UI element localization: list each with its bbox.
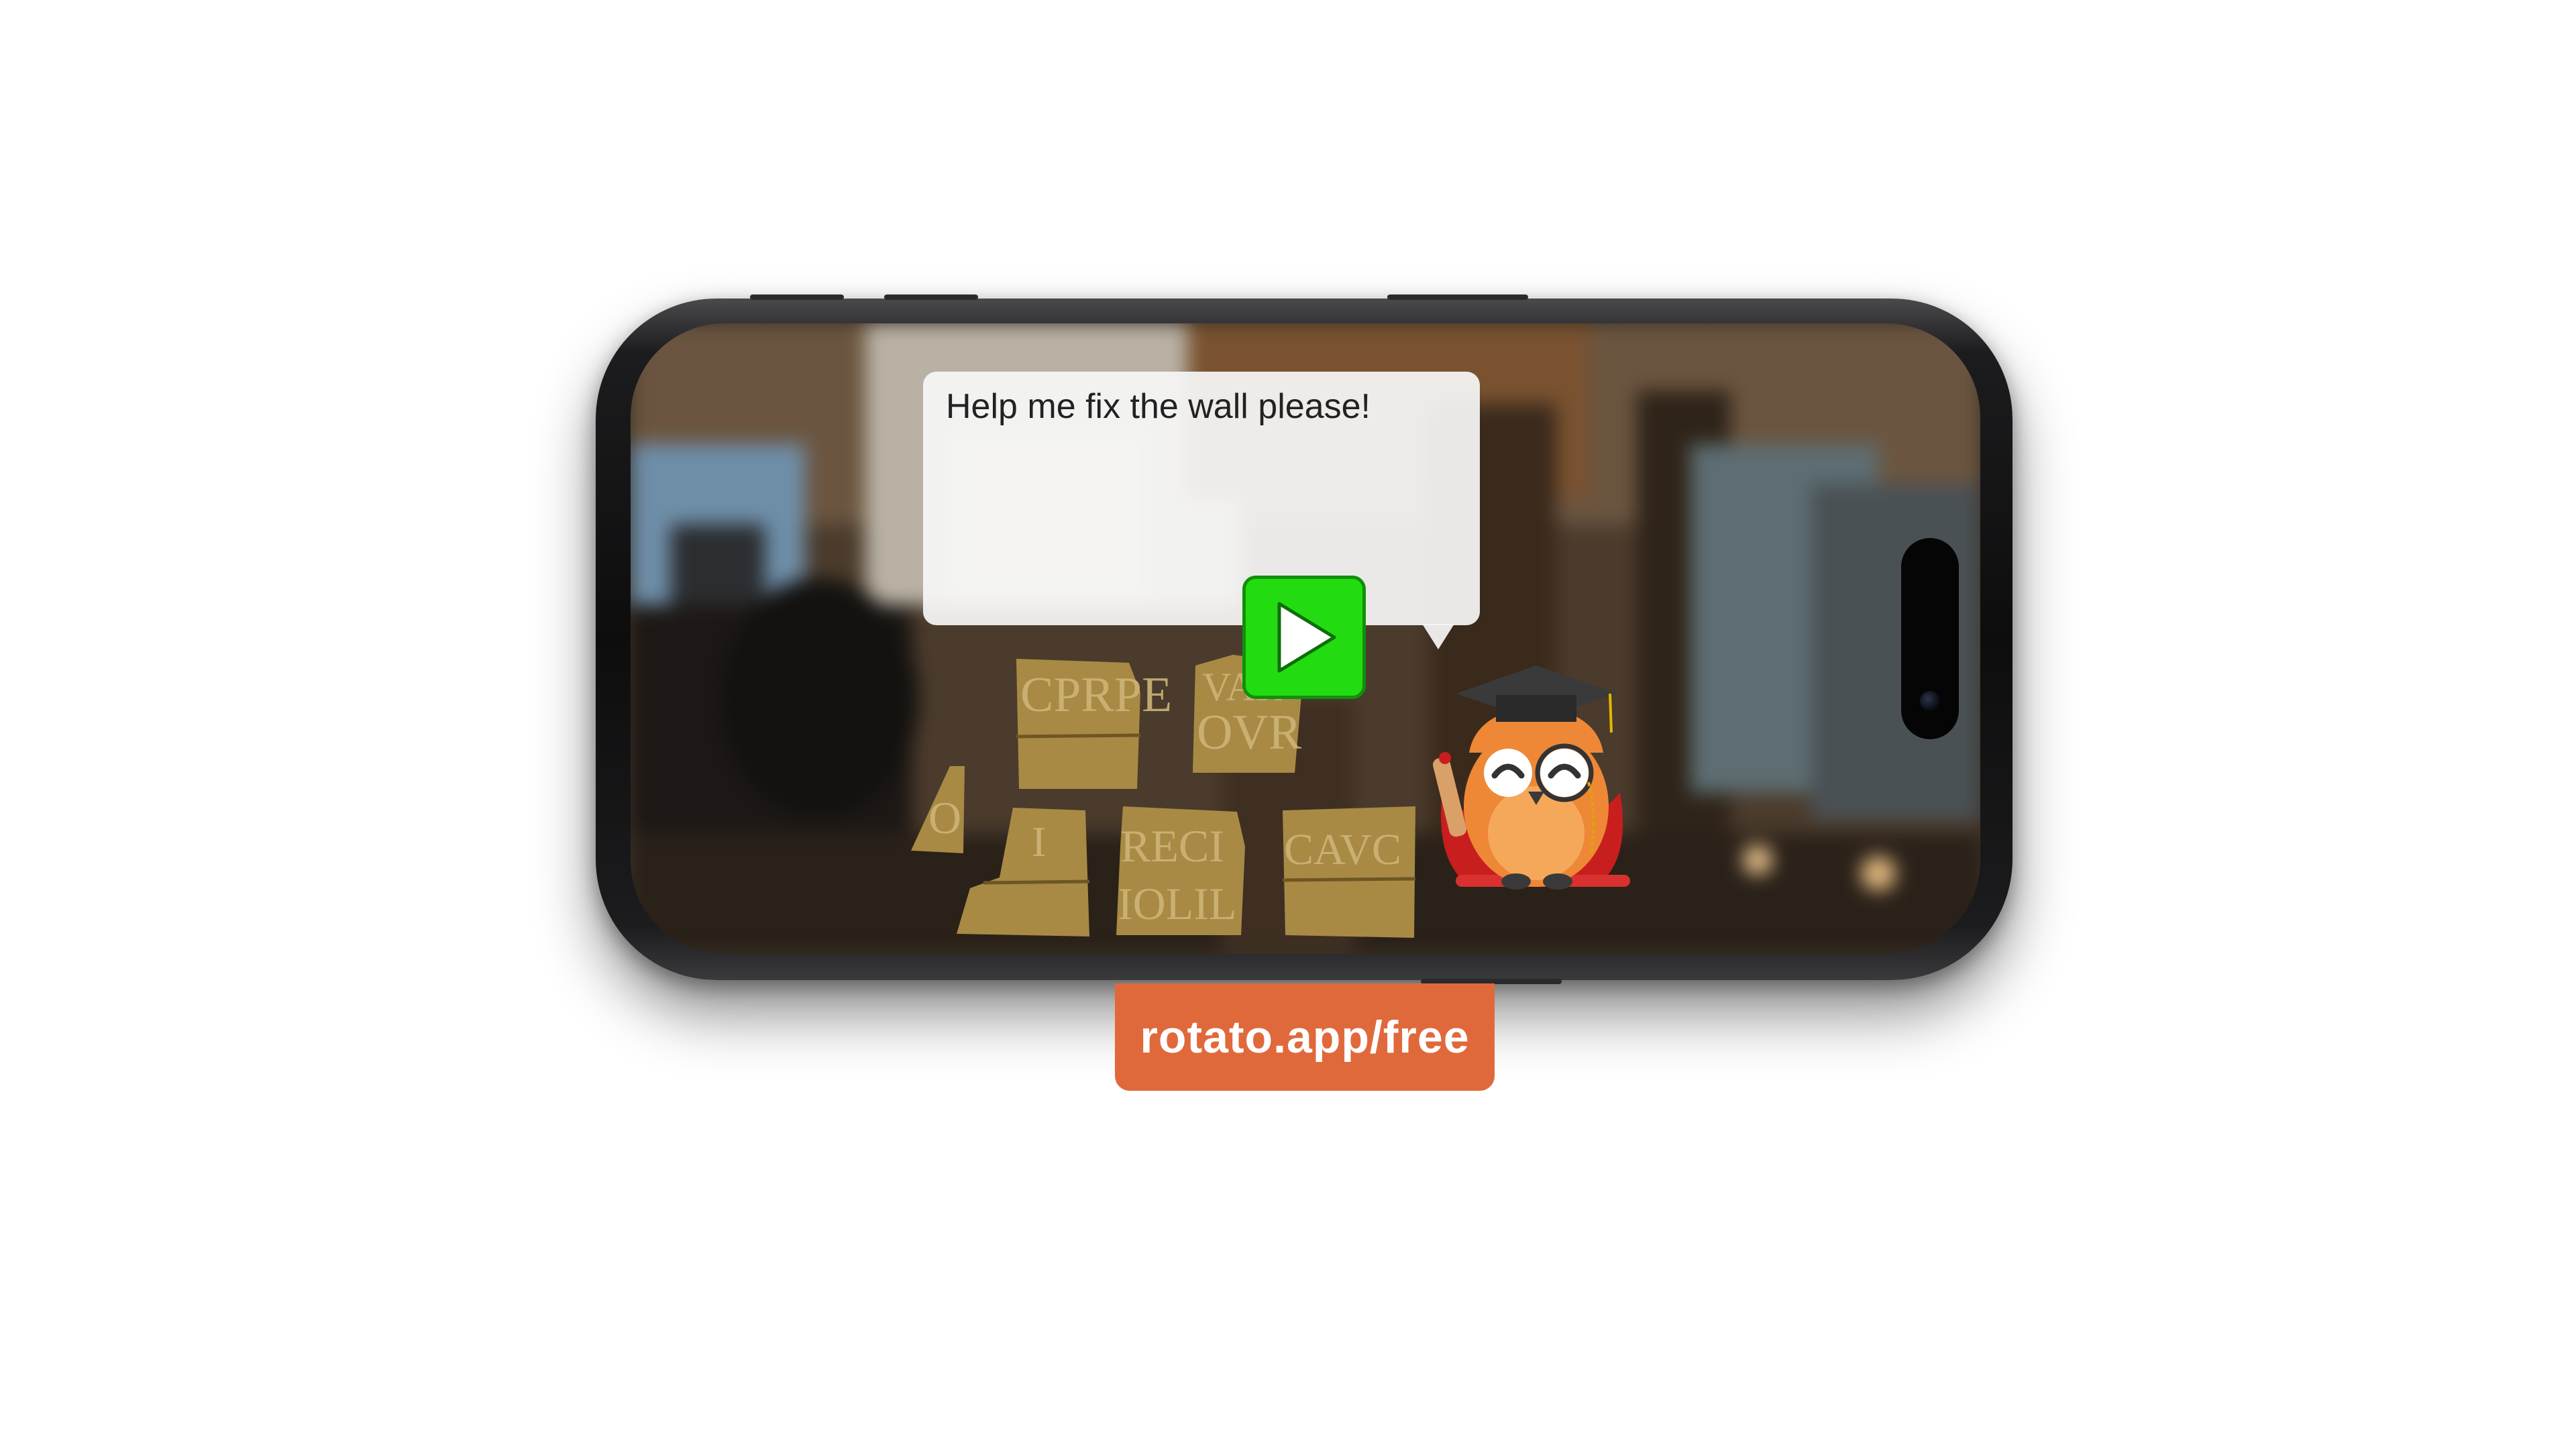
wall-fragment[interactable]: RECI IOLIL bbox=[1116, 806, 1245, 935]
fragment-inscription: CPRPE bbox=[1020, 667, 1172, 722]
wall-fragment[interactable]: I bbox=[957, 808, 1090, 936]
fragment-inscription: CAVC bbox=[1284, 825, 1401, 874]
speech-bubble: Help me fix the wall please! bbox=[923, 372, 1480, 625]
play-icon bbox=[1277, 602, 1336, 673]
game-screen[interactable]: Help me fix the wall please! CPRPE VAR O… bbox=[631, 323, 1980, 954]
owl-professor-icon bbox=[1415, 639, 1650, 907]
fragment-inscription: IOLIL bbox=[1118, 878, 1236, 929]
dynamic-island-camera bbox=[1901, 538, 1959, 739]
phone-side-button bbox=[750, 294, 844, 300]
promo-link[interactable]: rotato.app/free bbox=[1115, 983, 1495, 1091]
fragment-inscription: OVR bbox=[1197, 705, 1302, 760]
dialogue-text: Help me fix the wall please! bbox=[946, 387, 1371, 426]
svg-text:I: I bbox=[1032, 818, 1046, 865]
wall-fragment[interactable]: CPRPE bbox=[1016, 657, 1172, 789]
fragment-inscription: RECI bbox=[1120, 820, 1224, 871]
wall-fragment[interactable]: CAVC bbox=[1282, 806, 1416, 938]
phone-side-button bbox=[1387, 294, 1528, 300]
play-button[interactable] bbox=[1242, 576, 1366, 699]
phone-side-button bbox=[884, 294, 978, 300]
promo-link-label: rotato.app/free bbox=[1140, 1012, 1470, 1063]
camera-lens bbox=[1920, 691, 1940, 711]
